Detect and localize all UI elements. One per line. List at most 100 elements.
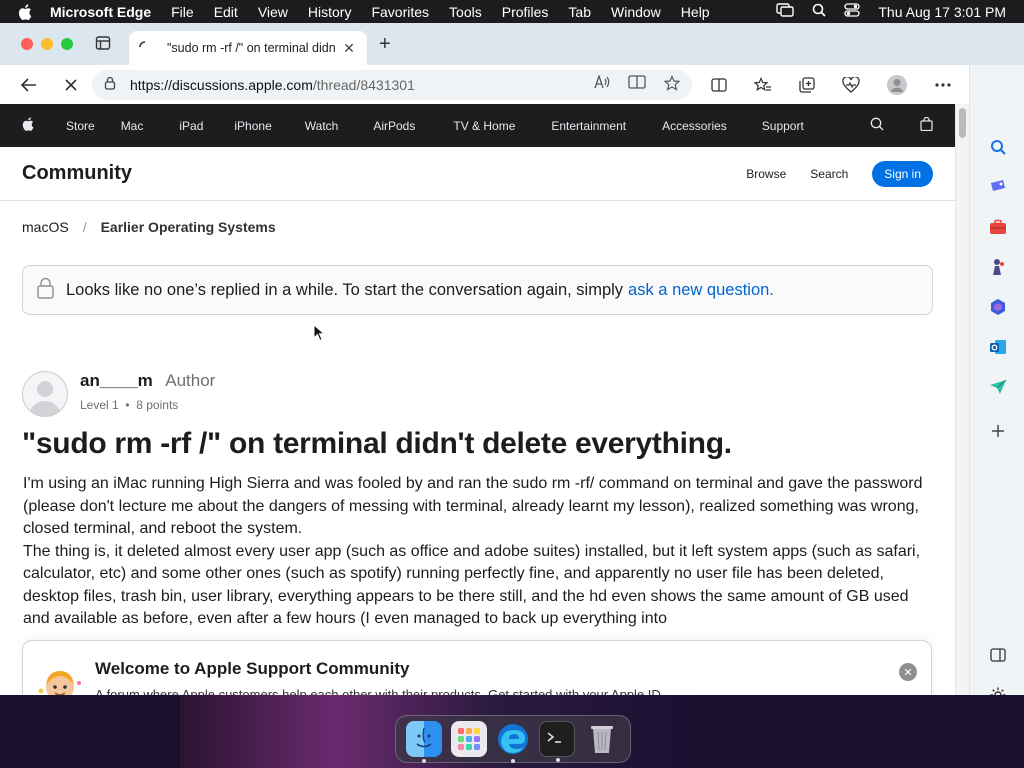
browser-essentials-icon[interactable] [836,70,866,100]
sidebar-games-icon[interactable] [988,257,1008,277]
search-link[interactable]: Search [810,167,848,181]
community-header: Community Browse Search Sign in [0,147,955,201]
favorite-star-icon[interactable] [663,75,681,94]
menu-profiles[interactable]: Profiles [502,4,549,20]
trash-icon[interactable] [584,721,620,757]
menu-edit[interactable]: Edit [214,4,238,20]
sign-in-button[interactable]: Sign in [872,160,933,187]
edge-sidebar [969,65,1024,695]
post-title: "sudo rm -rf /" on terminal didn't delet… [22,427,732,460]
url-host: https://discussions.apple.com [130,76,313,93]
sidebar-settings-gear-icon[interactable] [988,685,1008,695]
shopping-bag-icon[interactable] [920,116,933,134]
sidebar-outlook-icon[interactable] [988,337,1008,357]
lock-icon[interactable] [104,76,116,93]
back-arrow-icon[interactable] [14,70,44,100]
breadcrumb: macOS / Earlier Operating Systems [0,201,955,235]
tab-active[interactable]: "sudo rm -rf /" on terminal didn ✕ [129,31,367,65]
menu-help[interactable]: Help [681,4,710,20]
read-aloud-icon[interactable] [594,73,610,94]
edge-browser-icon[interactable] [495,721,531,763]
nav-store[interactable]: Store [66,119,95,133]
ask-new-question-link[interactable]: ask a new question. [628,281,774,300]
window-controls [21,38,73,50]
menu-history[interactable]: History [308,4,352,20]
tab-actions-icon[interactable] [95,35,113,53]
sidebar-add-icon[interactable] [988,421,1008,441]
menu-file[interactable]: File [171,4,194,20]
sidebar-shopping-icon[interactable] [988,177,1008,197]
nav-iphone[interactable]: iPhone [234,119,271,133]
page-scrollbar[interactable] [955,104,969,695]
split-screen-icon[interactable] [704,70,734,100]
web-page: Store Mac iPad iPhone Watch AirPods TV &… [0,104,955,695]
welcome-title: Welcome to Apple Support Community [95,659,410,678]
nav-watch[interactable]: Watch [305,119,339,133]
menu-window[interactable]: Window [611,4,661,20]
author-meta: Level 1 • 8 points [80,398,215,412]
mouse-cursor-icon [313,323,326,347]
terminal-icon[interactable] [539,721,576,762]
close-banner-icon[interactable]: ✕ [899,663,917,681]
control-center-icon[interactable] [844,3,861,20]
sidebar-toggle-icon[interactable] [988,645,1008,665]
nav-airpods[interactable]: AirPods [373,119,415,133]
launchpad-icon[interactable] [450,721,487,757]
apple-nav-logo-icon[interactable] [22,117,36,134]
close-window-button[interactable] [21,38,33,50]
collections-icon[interactable] [792,70,822,100]
new-tab-icon[interactable]: + [379,33,391,56]
breadcrumb-current[interactable]: Earlier Operating Systems [101,219,276,235]
sidebar-drop-icon[interactable] [988,377,1008,397]
menu-tools[interactable]: Tools [449,4,482,20]
immersive-reader-icon[interactable] [628,75,646,94]
nav-mac[interactable]: Mac [121,119,144,133]
address-bar[interactable]: https://discussions.apple.com/thread/843… [92,69,692,100]
community-title[interactable]: Community [22,162,132,185]
url-path: /thread/8431301 [312,76,415,93]
post-paragraph: I'm using an iMac running High Sierra an… [23,475,923,537]
notice-text: Looks like no one’s replied in a while. … [66,280,624,299]
sidebar-search-icon[interactable] [988,137,1008,157]
favorites-icon[interactable] [748,70,778,100]
nav-search-icon[interactable] [870,117,884,134]
loading-spinner-icon [139,40,153,56]
minimize-window-button[interactable] [41,38,53,50]
stop-loading-icon[interactable] [56,70,86,100]
lock-icon [37,277,54,304]
more-options-icon[interactable] [928,70,958,100]
breadcrumb-macos[interactable]: macOS [22,219,69,235]
meta-separator: • [125,398,130,412]
nav-ipad[interactable]: iPad [179,119,203,133]
apple-global-nav: Store Mac iPad iPhone Watch AirPods TV &… [0,104,955,147]
tab-title: "sudo rm -rf /" on terminal didn [167,41,336,55]
sidebar-tools-icon[interactable] [988,217,1008,237]
menu-view[interactable]: View [258,4,288,20]
macos-dock [395,715,631,763]
spotlight-search-icon[interactable] [812,3,826,20]
sidebar-microsoft365-icon[interactable] [988,297,1008,317]
browser-window: "sudo rm -rf /" on terminal didn ✕ + htt… [0,23,1024,695]
zoom-window-button[interactable] [61,38,73,50]
menu-app-name[interactable]: Microsoft Edge [50,4,151,20]
menu-tab[interactable]: Tab [568,4,591,20]
browse-link[interactable]: Browse [746,167,786,181]
browser-toolbar: https://discussions.apple.com/thread/843… [0,65,1024,105]
menu-clock[interactable]: Thu Aug 17 3:01 PM [878,4,1006,20]
author-name[interactable]: an____m [80,371,153,390]
nav-accessories[interactable]: Accessories [662,119,727,133]
macos-menu-bar: Microsoft Edge File Edit View History Fa… [0,0,1024,23]
nav-tv-home[interactable]: TV & Home [453,119,515,133]
finder-icon[interactable] [406,721,443,763]
close-tab-icon[interactable]: ✕ [341,40,357,57]
running-indicator [510,759,515,763]
profile-avatar-icon[interactable] [882,70,912,100]
screen-mirroring-icon[interactable] [776,3,795,20]
inactive-thread-notice: Looks like no one’s replied in a while. … [22,265,933,315]
scrollbar-thumb[interactable] [959,108,966,138]
menu-favorites[interactable]: Favorites [371,4,429,20]
apple-logo-icon[interactable] [18,3,36,20]
nav-support[interactable]: Support [762,119,804,133]
avatar[interactable] [22,371,68,417]
nav-entertainment[interactable]: Entertainment [551,119,626,133]
